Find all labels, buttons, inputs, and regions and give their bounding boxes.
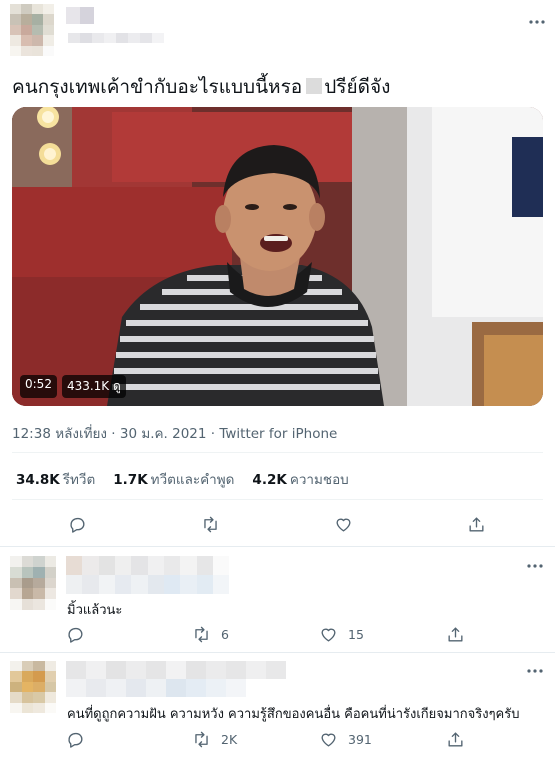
divider [0,652,555,653]
reply-author-blurred[interactable] [66,661,306,697]
like-count: 4.2K [252,472,287,488]
retweet-stat[interactable]: 34.8K รีทวีต [16,468,95,490]
author-name-blurred[interactable] [66,7,94,24]
reply-avatar[interactable] [10,556,56,610]
reply-avatar[interactable] [10,661,56,713]
tweet-text-main: คนกรุงเทพเค้าขำกับอะไรแบบนี้หรอ [12,76,303,98]
divider [0,546,555,547]
retweet-count: 2K [221,731,238,747]
retweet-count: 34.8K [16,472,60,488]
reply-text: คนที่ดูถูกความฝัน ความหวัง ความรู้สึกของ… [67,707,520,722]
reply-icon [68,732,83,748]
heart-icon [321,733,336,747]
reply-author-blurred[interactable] [66,556,262,594]
reply-action-bar: 6 15 [0,619,555,649]
share-button[interactable] [467,509,486,539]
tweet-stats: 34.8K รีทวีต 1.7K ทวีตและคำพูด 4.2K ความชอบ [16,468,349,490]
reply-text: มิ้วแล้วนะ [67,603,123,618]
retweet-label: รีทวีต [62,472,96,488]
reply-button[interactable] [66,619,85,649]
retweet-button[interactable] [201,509,220,539]
reply-icon [70,517,85,533]
retweet-icon [195,731,208,747]
more-horizontal-icon[interactable] [525,556,545,576]
share-button[interactable] [446,619,465,649]
quote-stat[interactable]: 1.7K ทวีตและคำพูด [113,468,234,490]
heart-icon [336,518,351,532]
author-avatar[interactable] [10,4,54,56]
retweet-icon [195,626,208,642]
tweet-action-bar [0,509,555,539]
tweet-text: คนกรุงเทพเค้าขำกับอะไรแบบนี้หรอ ปรีย์ดีจั… [12,72,390,102]
retweet-button[interactable]: 6 [192,619,229,649]
like-button[interactable] [334,509,353,539]
like-count: 15 [348,626,364,642]
share-button[interactable] [446,724,465,754]
retweet-icon [204,516,217,532]
divider [12,499,543,500]
tweet-timestamp[interactable]: 12:38 หลังเที่ยง · 30 ม.ค. 2021 · Twitte… [12,422,337,444]
video-player[interactable]: 0:52 433.1K ดู [12,107,543,406]
like-button[interactable]: 15 [319,619,364,649]
retweet-count: 6 [221,626,229,642]
quote-count: 1.7K [113,472,148,488]
heart-icon [321,628,336,642]
redacted-text [306,78,323,94]
more-horizontal-icon[interactable] [525,661,545,681]
share-icon [469,516,484,532]
reply-button[interactable] [66,724,85,754]
reply-icon [68,627,83,643]
reply-button[interactable] [68,509,87,539]
like-button[interactable]: 391 [319,724,372,754]
more-horizontal-icon[interactable] [527,12,547,32]
share-icon [448,626,463,642]
tweet-text-tail: ปรีย์ดีจัง [324,76,391,98]
like-label: ความชอบ [289,472,349,488]
video-duration: 0:52 [20,375,57,398]
reply-action-bar: 2K 391 [0,724,555,754]
author-handle-blurred[interactable] [68,33,164,43]
quote-label: ทวีตและคำพูด [150,472,235,488]
like-stat[interactable]: 4.2K ความชอบ [252,468,348,490]
video-frame [12,107,543,406]
divider [12,452,543,453]
retweet-button[interactable]: 2K [192,724,237,754]
like-count: 391 [348,731,372,747]
share-icon [448,731,463,747]
video-views: 433.1K ดู [61,375,126,398]
video-badge: 0:52 433.1K ดู [20,375,126,398]
